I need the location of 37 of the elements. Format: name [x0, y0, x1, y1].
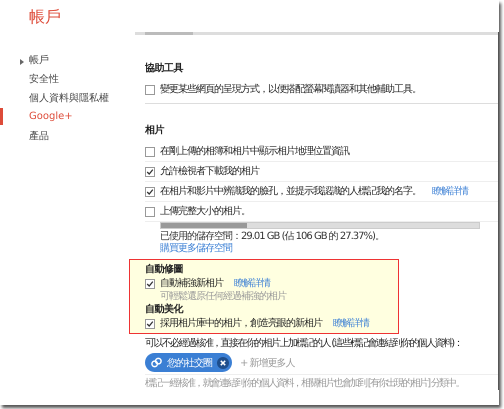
add-people-link[interactable]: + 新增更多人 — [240, 356, 295, 370]
checkbox-label: 在相片和影片中辨識我的臉孔，並提示我認識的人標記我的名字。 — [160, 185, 421, 198]
checkbox-label: 自動補強新相片 — [160, 277, 223, 290]
checkbox-label: 變更某些網頁的呈現方式，以便搭配螢幕閱讀器和其他輔助工具。 — [160, 83, 421, 96]
checkbox-label: 允許檢視者下載我的相片 — [160, 165, 259, 178]
page-title: 帳戶 — [28, 6, 62, 28]
checkbox-label: 採用相片庫中的相片，創造亮眼的新相片 — [160, 317, 322, 330]
checkbox[interactable] — [145, 84, 155, 94]
sidebar-item[interactable]: 產品 — [0, 126, 135, 145]
checkbox-label: 在剛上傳的相簿和相片中顯示相片地理位置資訊 — [160, 145, 349, 158]
section-heading: 相片 — [145, 124, 166, 138]
checkbox[interactable] — [145, 146, 155, 156]
link-icon — [151, 357, 162, 368]
sidebar-item[interactable]: 安全性 — [0, 69, 135, 88]
checkbox[interactable] — [145, 318, 155, 328]
learn-more-link[interactable]: 瞭解詳情 — [234, 277, 270, 290]
option-heading: 自動美化 — [145, 304, 184, 316]
scrollbar[interactable] — [135, 32, 498, 35]
checkbox[interactable] — [145, 206, 155, 216]
checkbox[interactable] — [145, 278, 155, 288]
section-heading: 協助工具 — [145, 62, 184, 76]
circle-chip[interactable]: 您的社交圈 — [145, 353, 232, 372]
checkbox[interactable] — [145, 186, 155, 196]
sidebar-item[interactable]: Google+ — [0, 107, 135, 126]
tagging-text: 可以不必經過核准，直接在你的相片上加標記的人 (這些標記會連結到你的個人資料)： — [145, 337, 463, 350]
sidebar-item[interactable]: 帳戶 — [0, 50, 135, 69]
sidebar-item[interactable]: 個人資料與隱私權 — [0, 88, 135, 107]
footer-note: 標記一經核准，就會連結到你的個人資料，相關相片也會加到 [有你出現的相片] 分類中。 — [145, 377, 465, 390]
checkbox-label: 上傳完整大小的相片。 — [160, 205, 250, 218]
hint-text: 可輕鬆還原任何經過補強的相片 — [159, 291, 288, 303]
remove-icon[interactable] — [217, 356, 229, 368]
checkbox[interactable] — [145, 166, 155, 176]
option-heading: 自動修圖 — [145, 264, 184, 276]
learn-more-link[interactable]: 瞭解詳情 — [333, 317, 369, 330]
storage-usage: 已使用的儲存空間：29.01 GB (佔 106 GB 的 27.37%)。 — [160, 231, 385, 242]
learn-more-link[interactable]: 瞭解詳情 — [432, 185, 468, 198]
buy-storage-link[interactable]: 購買更多儲存空間 — [160, 243, 232, 254]
